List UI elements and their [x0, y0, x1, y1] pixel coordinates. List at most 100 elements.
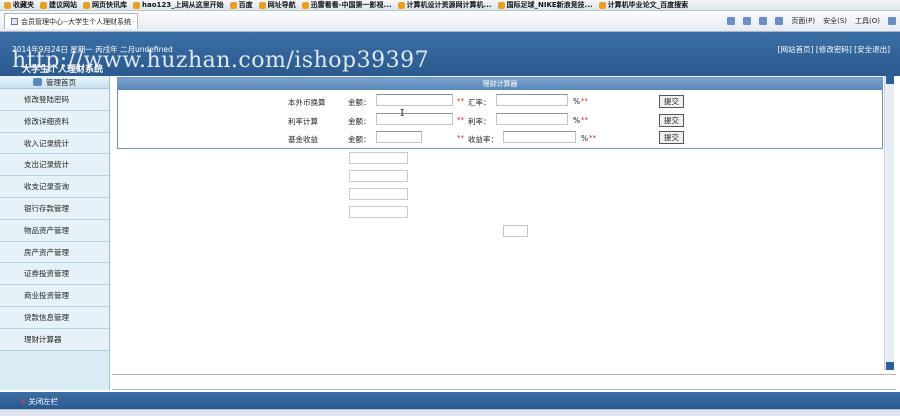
site-icon	[83, 1, 90, 9]
required-mark: **	[581, 97, 588, 105]
favorites-item[interactable]: 建议网站	[40, 0, 77, 10]
interest-submit-button[interactable]: 提交	[659, 114, 684, 127]
favorites-item[interactable]: hao123_上网从这里开始	[133, 0, 224, 10]
required-mark: **	[589, 134, 596, 142]
site-icon	[40, 1, 47, 9]
home-button[interactable]	[727, 17, 736, 25]
sidebar-item-expense-stats[interactable]: 支出记录统计	[0, 154, 109, 177]
page-icon	[11, 18, 18, 25]
fund-amount-input[interactable]	[376, 131, 422, 143]
result-field	[349, 152, 408, 164]
close-sidebar-button[interactable]: ✕ 关闭左栏	[20, 396, 58, 407]
interest-rate-input[interactable]	[496, 113, 568, 125]
mail-icon	[759, 17, 768, 25]
site-icon	[229, 1, 237, 9]
sidebar-item-property-assets[interactable]: 房产资产管理	[0, 241, 109, 264]
close-icon: ✕	[20, 397, 27, 406]
favorites-item[interactable]: 收藏夹	[4, 0, 34, 10]
site-icon	[258, 1, 266, 9]
row-label: 本外币换算	[288, 98, 326, 107]
rate-label: 汇率：	[468, 98, 491, 107]
browser-tab[interactable]: 会员管理中心--大学生个人理财系统	[4, 13, 139, 29]
favorites-item[interactable]: 国际足球_NIKE新浪竞技...	[497, 0, 593, 10]
site-icon	[133, 1, 140, 9]
percent-unit: %	[573, 97, 581, 106]
favorites-item[interactable]: 网页快讯库	[83, 0, 127, 10]
required-mark: **	[457, 116, 464, 124]
favorites-item[interactable]: 计算机毕业论文_百度搜索	[598, 0, 688, 10]
header-links[interactable]: [网站首页] [修改密码] [安全退出]	[778, 44, 890, 55]
calculator-title: 理财计算器	[118, 78, 882, 90]
site-icon	[301, 1, 309, 9]
site-icon	[397, 1, 405, 9]
safety-menu[interactable]: 安全(S)	[823, 16, 847, 26]
site-footer: ✕ 关闭左栏	[0, 392, 900, 409]
sidebar-item-income-stats[interactable]: 收入记录统计	[0, 132, 109, 155]
close-sidebar-label: 关闭左栏	[28, 397, 59, 406]
browser-tab-bar: 会员管理中心--大学生个人理财系统 页面(P) 安全(S) 工具(O)	[0, 11, 900, 32]
sidebar-item-change-password[interactable]: 修改登陆密码	[0, 89, 109, 111]
sidebar: 管理首页 修改登陆密码 修改详细资料 收入记录统计 支出记录统计 收支记录查询 …	[0, 76, 110, 390]
sidebar-item-edit-profile[interactable]: 修改详细资料	[0, 110, 109, 133]
sidebar-head-label: 管理首页	[46, 77, 76, 87]
site-icon	[497, 1, 505, 9]
browser-tools: 页面(P) 安全(S) 工具(O)	[727, 16, 896, 26]
amount-label: 金额：	[348, 135, 371, 144]
amount-label: 金额：	[348, 98, 371, 107]
favorites-item[interactable]: 百度	[229, 0, 253, 10]
required-mark: **	[581, 116, 588, 124]
home-icon	[727, 17, 736, 25]
currency-submit-button[interactable]: 提交	[659, 95, 684, 108]
site-icon	[598, 1, 606, 9]
star-icon	[4, 1, 11, 9]
divider	[112, 389, 896, 390]
result-field	[349, 188, 408, 200]
yield-label: 收益率：	[468, 135, 498, 144]
tab-title: 会员管理中心--大学生个人理财系统	[21, 17, 132, 26]
print-icon	[775, 17, 784, 25]
watermark-url: http://www.huzhan.com/ishop39397	[12, 48, 430, 73]
scroll-down-button[interactable]	[886, 362, 894, 370]
sidebar-item-record-query[interactable]: 收支记录查询	[0, 176, 109, 198]
home-icon	[33, 78, 42, 86]
page-menu[interactable]: 页面(P)	[791, 16, 815, 26]
interest-row: 利率计算 金额： ** 利率： % ** 提交	[118, 113, 882, 129]
row-label: 利率计算	[288, 117, 318, 126]
required-mark: **	[457, 134, 464, 142]
sidebar-head[interactable]: 管理首页	[0, 76, 109, 89]
rate-label: 利率：	[468, 117, 491, 126]
percent-unit: %	[581, 134, 589, 143]
result-field	[349, 206, 408, 218]
tools-menu[interactable]: 工具(O)	[855, 16, 880, 26]
sidebar-item-securities[interactable]: 证券投资管理	[0, 263, 109, 286]
print-button[interactable]	[775, 17, 784, 25]
favorites-item[interactable]: 迅雷看看-中国第一影视...	[301, 0, 392, 10]
sidebar-item-goods-assets[interactable]: 物品资产管理	[0, 219, 109, 242]
percent-unit: %	[573, 116, 581, 125]
result-field	[349, 170, 408, 182]
favorites-item[interactable]: 网址导航	[258, 0, 296, 10]
interest-amount-input[interactable]	[376, 113, 453, 125]
fund-row: 基金收益 金额： ** 收益率： % ** 提交	[118, 131, 882, 147]
help-button[interactable]	[888, 17, 896, 25]
sidebar-item-bank-deposit[interactable]: 银行存款管理	[0, 197, 109, 220]
required-mark: **	[457, 97, 464, 105]
feeds-button[interactable]	[743, 17, 752, 25]
exchange-rate-input[interactable]	[496, 94, 568, 106]
result-field	[503, 225, 528, 237]
currency-amount-input[interactable]	[376, 94, 453, 106]
help-icon	[888, 17, 896, 25]
favorites-item[interactable]: 计算机设计资源网计算机...	[397, 0, 492, 10]
sidebar-item-calculator[interactable]: 理财计算器	[0, 328, 109, 351]
browser-status-bar	[0, 409, 900, 416]
scrollbar-track[interactable]	[886, 76, 894, 370]
vertical-scrollbar[interactable]	[884, 76, 894, 370]
favorites-bar: 收藏夹 建议网站 网页快讯库 hao123_上网从这里开始 百度 网址导航 迅雷…	[0, 0, 900, 11]
scroll-up-button[interactable]	[886, 76, 894, 84]
sidebar-item-loans[interactable]: 贷款信息管理	[0, 306, 109, 329]
sidebar-item-business-investment[interactable]: 商业投资管理	[0, 285, 109, 307]
row-label: 基金收益	[288, 135, 318, 144]
mail-button[interactable]	[759, 17, 768, 25]
fund-yield-input[interactable]	[503, 131, 576, 143]
fund-submit-button[interactable]: 提交	[659, 131, 684, 144]
